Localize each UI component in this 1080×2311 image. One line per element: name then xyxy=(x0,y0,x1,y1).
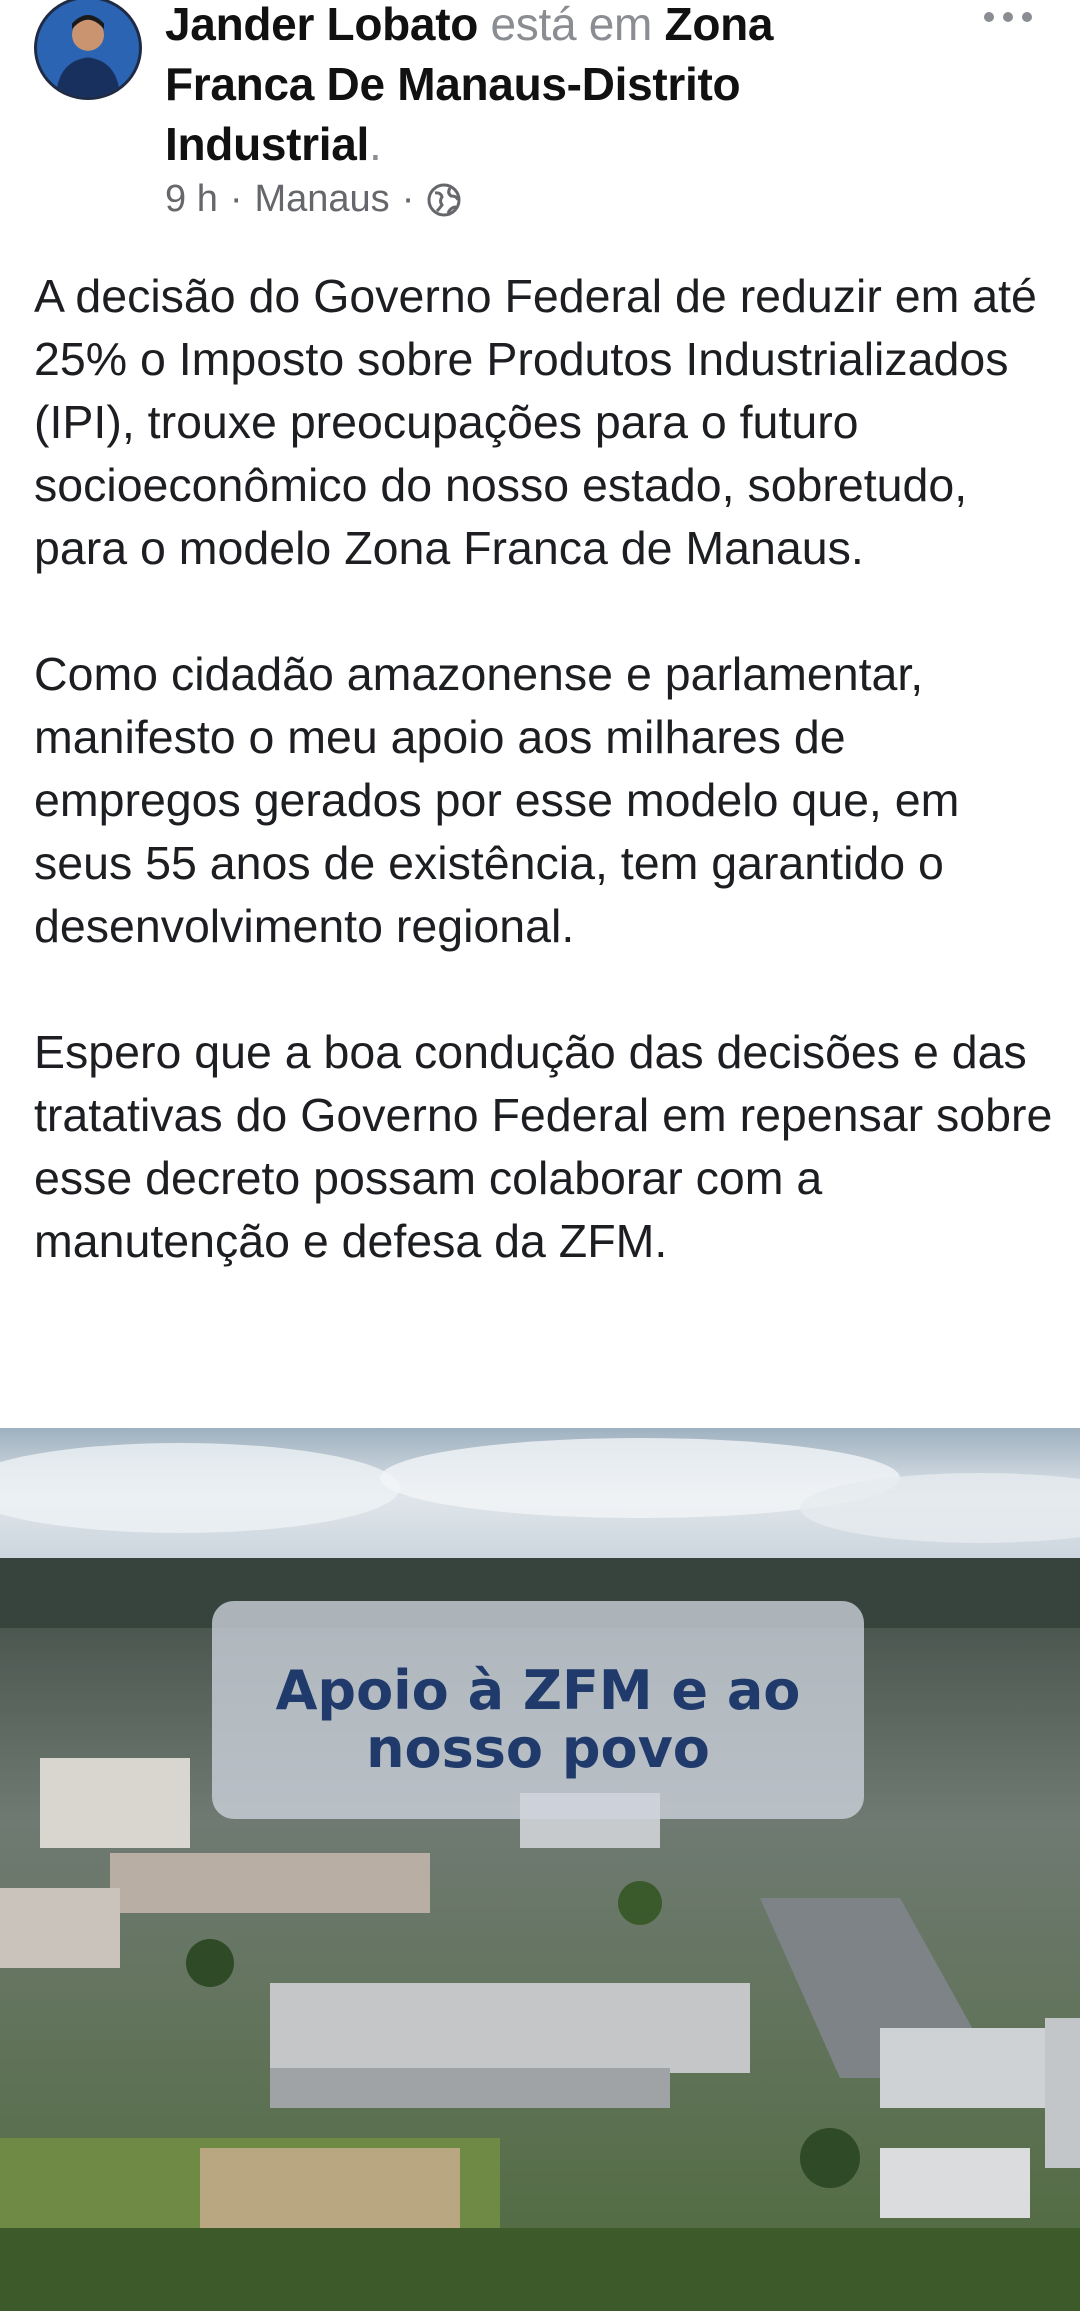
checkin-connector: está em xyxy=(490,0,653,50)
post-meta: 9 h · Manaus · xyxy=(165,178,462,221)
post-city[interactable]: Manaus xyxy=(254,178,389,221)
post-time[interactable]: 9 h xyxy=(165,178,218,221)
globe-icon[interactable] xyxy=(426,182,462,218)
location-suffix: . xyxy=(369,118,382,170)
author-avatar[interactable] xyxy=(34,0,142,100)
post-text: A decisão do Governo Federal de reduzir … xyxy=(34,265,1064,1273)
post-header: Jander Lobato está em Zona Franca De Man… xyxy=(0,0,1080,240)
post-paragraph: Como cidadão amazonense e parlamentar, m… xyxy=(34,648,960,952)
more-options-button[interactable] xyxy=(978,0,1038,34)
image-overlay-text: Apoio à ZFM e ao nosso povo xyxy=(275,1659,801,1780)
post-image[interactable]: Apoio à ZFM e ao nosso povo xyxy=(0,1428,1080,2311)
aerial-industrial-photo xyxy=(0,1428,1080,2311)
meta-separator: · xyxy=(229,178,243,220)
more-dot xyxy=(984,12,994,22)
post-paragraph: Espero que a boa condução das decisões e… xyxy=(34,1026,1053,1267)
image-overlay-banner: Apoio à ZFM e ao nosso povo xyxy=(212,1601,864,1819)
more-dot xyxy=(1003,12,1013,22)
author-name-link[interactable]: Jander Lobato xyxy=(165,0,478,50)
meta-separator: · xyxy=(401,178,415,220)
post-header-title: Jander Lobato está em Zona Franca De Man… xyxy=(165,0,925,174)
more-dot xyxy=(1022,12,1032,22)
avatar-photo xyxy=(37,0,139,97)
post-paragraph: A decisão do Governo Federal de reduzir … xyxy=(34,270,1037,574)
